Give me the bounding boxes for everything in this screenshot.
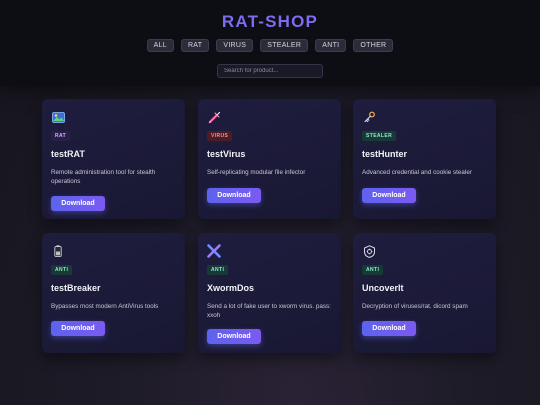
category-badge: ANTI bbox=[51, 265, 73, 275]
download-button[interactable]: Download bbox=[207, 188, 261, 203]
filter-stealer-button[interactable]: STEALER bbox=[260, 39, 309, 52]
product-description: Remote administration tool for stealth o… bbox=[51, 169, 156, 185]
category-badge: RAT bbox=[51, 131, 71, 141]
product-description: Self-replicating modular file infector bbox=[207, 169, 306, 176]
filter-virus-button[interactable]: VIRUS bbox=[216, 39, 254, 52]
product-name: testRAT bbox=[51, 149, 85, 159]
product-card: STEALER testHunter Advanced credential a… bbox=[353, 99, 496, 219]
product-description: Advanced credential and cookie stealer bbox=[362, 169, 472, 176]
category-filters: ALL RAT VIRUS STEALER ANTI OTHER bbox=[0, 39, 540, 52]
product-card: ANTI testBreaker Bypasses most modern An… bbox=[42, 233, 185, 353]
filter-rat-button[interactable]: RAT bbox=[180, 39, 210, 52]
x-logo-icon bbox=[207, 244, 221, 258]
category-badge: ANTI bbox=[207, 265, 229, 275]
product-name: testHunter bbox=[362, 149, 408, 159]
battery-icon bbox=[51, 244, 65, 258]
site-header: RAT-SHOP ALL RAT VIRUS STEALER ANTI OTHE… bbox=[0, 0, 540, 86]
filter-other-button[interactable]: OTHER bbox=[353, 39, 394, 52]
product-description: Send a lot of fake user to xworm virus. … bbox=[207, 303, 331, 319]
download-button[interactable]: Download bbox=[362, 321, 416, 336]
download-button[interactable]: Download bbox=[362, 188, 416, 203]
product-description: Bypasses most modern AntiVirus tools bbox=[51, 303, 159, 310]
search-input[interactable] bbox=[217, 64, 323, 78]
site-title: RAT-SHOP bbox=[221, 12, 319, 31]
download-button[interactable]: Download bbox=[207, 329, 261, 344]
syringe-icon bbox=[207, 110, 221, 124]
product-name: testVirus bbox=[207, 149, 246, 159]
category-badge: VIRUS bbox=[207, 131, 233, 141]
filter-anti-button[interactable]: ANTI bbox=[315, 39, 347, 52]
virus-shield-icon bbox=[362, 244, 376, 258]
download-button[interactable]: Download bbox=[51, 196, 105, 211]
filter-all-button[interactable]: ALL bbox=[146, 39, 174, 52]
product-card: ANTI XwormDos Send a lot of fake user to… bbox=[198, 233, 341, 353]
key-icon bbox=[362, 110, 376, 124]
product-description: Decryption of viruses/rat. dicord spam bbox=[362, 303, 468, 310]
product-name: testBreaker bbox=[51, 283, 101, 293]
image-icon bbox=[51, 110, 65, 124]
product-card: RAT testRAT Remote administration tool f… bbox=[42, 99, 185, 219]
product-name: XwormDos bbox=[207, 283, 255, 293]
product-card: ANTI UncoverIt Decryption of viruses/rat… bbox=[353, 233, 496, 353]
download-button[interactable]: Download bbox=[51, 321, 105, 336]
category-badge: STEALER bbox=[362, 131, 397, 141]
category-badge: ANTI bbox=[362, 265, 384, 275]
product-card: VIRUS testVirus Self-replicating modular… bbox=[198, 99, 341, 219]
product-name: UncoverIt bbox=[362, 283, 404, 293]
